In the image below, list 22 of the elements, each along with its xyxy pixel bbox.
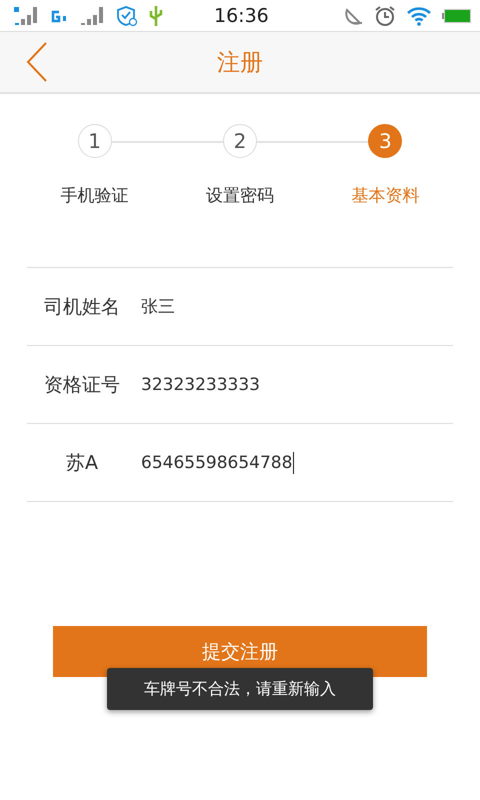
input-field[interactable]: 张三: [141, 286, 453, 326]
battery-icon: [442, 8, 472, 24]
step-label: 手机验证: [60, 185, 129, 207]
signal-icon: [14, 6, 40, 24]
field-label: 资格证号: [43, 372, 121, 398]
field-label: 苏A: [65, 450, 99, 476]
step-label: 设置密码: [206, 185, 274, 207]
step-number: 3: [368, 124, 402, 158]
status-time: 16:36: [214, 4, 270, 26]
step-label: 基本资料: [351, 185, 420, 207]
alarm-clock-icon: [374, 4, 396, 26]
input-field[interactable]: 65465598654788: [141, 442, 453, 482]
satellite-dish-icon: [344, 6, 364, 24]
step-number: 2: [222, 124, 257, 158]
field-label: 司机姓名: [43, 294, 121, 320]
wifi-icon: [406, 6, 432, 26]
signal-icon: [80, 6, 106, 24]
input-field[interactable]: 32323233333: [141, 364, 453, 404]
page-title: 注册: [217, 48, 263, 78]
shield-icon: [116, 4, 138, 26]
toast-message: 车牌号不合法，请重新输入: [107, 668, 373, 710]
step-number: 1: [78, 124, 112, 158]
